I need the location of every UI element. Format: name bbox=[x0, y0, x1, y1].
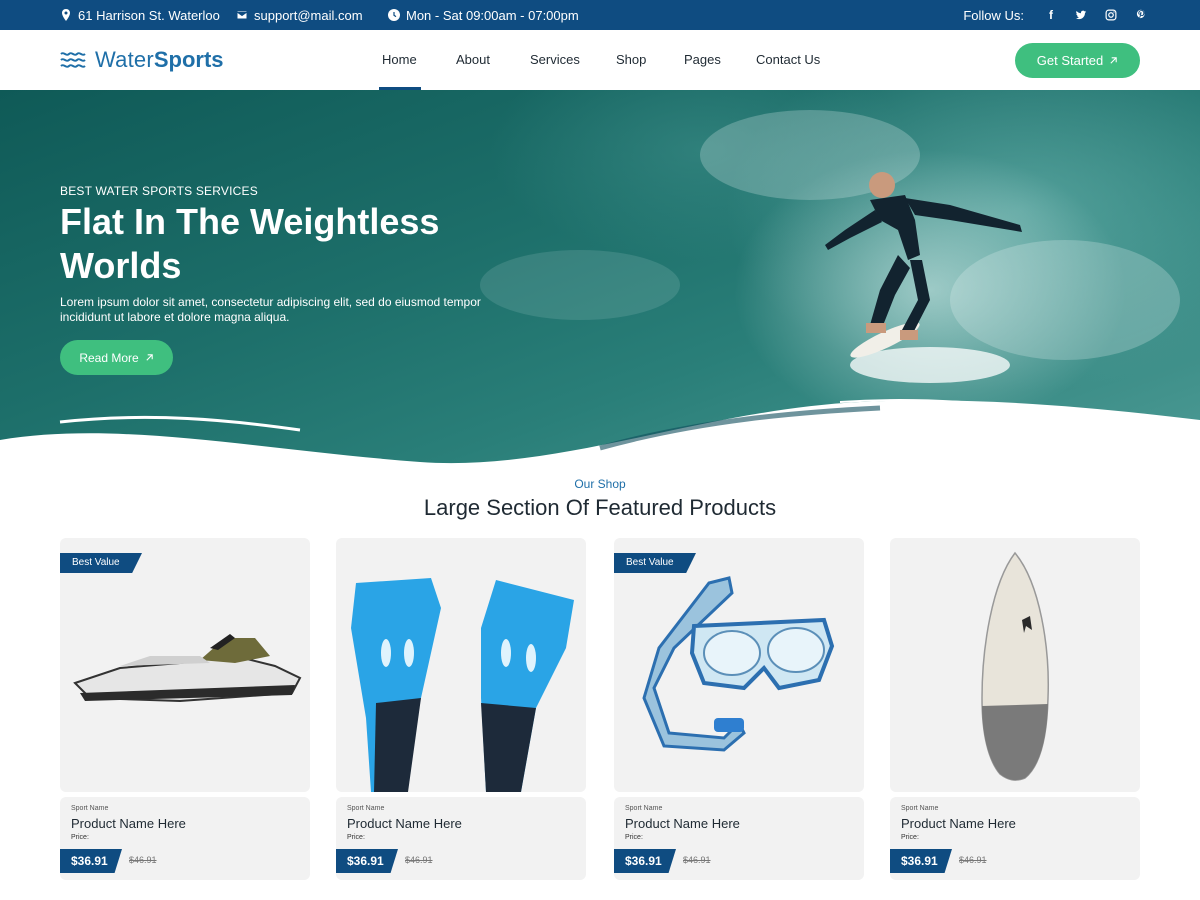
section-eyebrow: Our Shop bbox=[574, 477, 626, 491]
surfboard-image bbox=[981, 551, 1049, 781]
follow-label: Follow Us: bbox=[963, 7, 1024, 23]
nav-about[interactable]: About bbox=[456, 52, 490, 67]
sport-name: Sport Name bbox=[625, 805, 663, 812]
section-title: Large Section Of Featured Products bbox=[423, 495, 777, 520]
product-card[interactable]: Sport Name Product Name Here Price: $36.… bbox=[890, 538, 1140, 880]
email-info[interactable]: support@mail.com bbox=[236, 0, 363, 30]
product-image-frame[interactable]: Best Value bbox=[614, 538, 864, 792]
swim-fins-image bbox=[351, 578, 574, 792]
email-link[interactable]: support@mail.com bbox=[254, 8, 363, 23]
best-value-badge: Best Value bbox=[60, 553, 142, 573]
old-price: $46.91 bbox=[959, 855, 987, 865]
sport-name: Sport Name bbox=[71, 805, 109, 812]
product-image-frame[interactable]: Best Value bbox=[60, 538, 310, 792]
surfer-illustration bbox=[825, 172, 1022, 383]
old-price: $46.91 bbox=[683, 855, 711, 865]
arrow-up-right-icon bbox=[146, 354, 153, 361]
clock-icon bbox=[388, 9, 400, 21]
main-header: WaterSports Home About Services Shop Pag… bbox=[0, 30, 1200, 90]
product-card[interactable]: Best Value Sport Name Product Name Here … bbox=[60, 538, 310, 880]
foam-texture bbox=[480, 250, 680, 320]
product-name[interactable]: Product Name Here bbox=[625, 816, 740, 831]
product-name[interactable]: Product Name Here bbox=[347, 816, 462, 831]
nav-services[interactable]: Services bbox=[530, 52, 580, 67]
price-label: Price: bbox=[71, 834, 89, 841]
get-started-label: Get Started bbox=[1036, 53, 1104, 68]
address-text: 61 Harrison St. Waterloo bbox=[78, 7, 220, 23]
hero-eyebrow: BEST WATER SPORTS SERVICES bbox=[60, 184, 258, 198]
twitter-icon[interactable] bbox=[1074, 8, 1088, 22]
social-links: Follow Us: f bbox=[963, 0, 1148, 30]
price-tag: $36.91 bbox=[336, 849, 398, 873]
price-tag: $36.91 bbox=[614, 849, 676, 873]
nav-pages[interactable]: Pages bbox=[684, 52, 721, 67]
product-card[interactable]: Sport Name Product Name Here Price: $36.… bbox=[336, 538, 586, 880]
nav-contact-us[interactable]: Contact Us bbox=[756, 52, 820, 67]
read-more-button[interactable]: Read More bbox=[60, 340, 173, 375]
logo-text-sports: Sports bbox=[153, 47, 224, 72]
pinterest-icon[interactable] bbox=[1134, 8, 1148, 22]
nav-shop[interactable]: Shop bbox=[616, 52, 646, 67]
product-info: Sport Name Product Name Here Price: $36.… bbox=[60, 797, 310, 880]
product-image-frame[interactable] bbox=[890, 538, 1140, 792]
wave-divider bbox=[0, 399, 1200, 470]
nav-home[interactable]: Home bbox=[382, 52, 417, 67]
old-price: $46.91 bbox=[405, 855, 433, 865]
jet-ski-image bbox=[73, 634, 302, 703]
hours-info: Mon - Sat 09:00am - 07:00pm bbox=[388, 0, 579, 30]
arrow-up-right-icon bbox=[1110, 57, 1117, 64]
product-info: Sport Name Product Name Here Price: $36.… bbox=[890, 797, 1140, 880]
top-bar: 61 Harrison St. Waterloo support@mail.co… bbox=[0, 0, 1200, 30]
price-label: Price: bbox=[901, 834, 919, 841]
price-label: Price: bbox=[625, 834, 643, 841]
site-logo[interactable]: WaterSports bbox=[60, 47, 224, 73]
get-started-button[interactable]: Get Started bbox=[1015, 43, 1140, 78]
instagram-icon[interactable] bbox=[1104, 8, 1118, 22]
read-more-label: Read More bbox=[79, 350, 139, 365]
best-value-badge: Best Value bbox=[614, 553, 696, 573]
hero-title: Flat In The Weightless Worlds bbox=[60, 201, 440, 286]
product-info: Sport Name Product Name Here Price: $36.… bbox=[336, 797, 586, 880]
logo-text-water: Water bbox=[95, 47, 154, 72]
mail-icon bbox=[236, 10, 248, 20]
product-name[interactable]: Product Name Here bbox=[71, 816, 186, 831]
hero-banner: BEST WATER SPORTS SERVICES Flat In The W… bbox=[0, 90, 1200, 470]
price-tag: $36.91 bbox=[890, 849, 952, 873]
waves-icon bbox=[60, 52, 86, 68]
sport-name: Sport Name bbox=[347, 805, 385, 812]
location-pin-icon bbox=[62, 9, 70, 21]
sport-name: Sport Name bbox=[901, 805, 939, 812]
address-info: 61 Harrison St. Waterloo bbox=[60, 0, 220, 30]
hero-description: Lorem ipsum dolor sit amet, consectetur … bbox=[60, 295, 481, 324]
product-image-frame[interactable] bbox=[336, 538, 586, 792]
price-label: Price: bbox=[347, 834, 365, 841]
snorkel-mask-image bbox=[642, 576, 835, 752]
product-card[interactable]: Best Value Sport Name Product Name Here … bbox=[614, 538, 864, 880]
old-price: $46.91 bbox=[129, 855, 157, 865]
hours-text: Mon - Sat 09:00am - 07:00pm bbox=[406, 7, 579, 23]
product-info: Sport Name Product Name Here Price: $36.… bbox=[614, 797, 864, 880]
facebook-icon[interactable]: f bbox=[1044, 8, 1058, 22]
product-name[interactable]: Product Name Here bbox=[901, 816, 1016, 831]
price-tag: $36.91 bbox=[60, 849, 122, 873]
